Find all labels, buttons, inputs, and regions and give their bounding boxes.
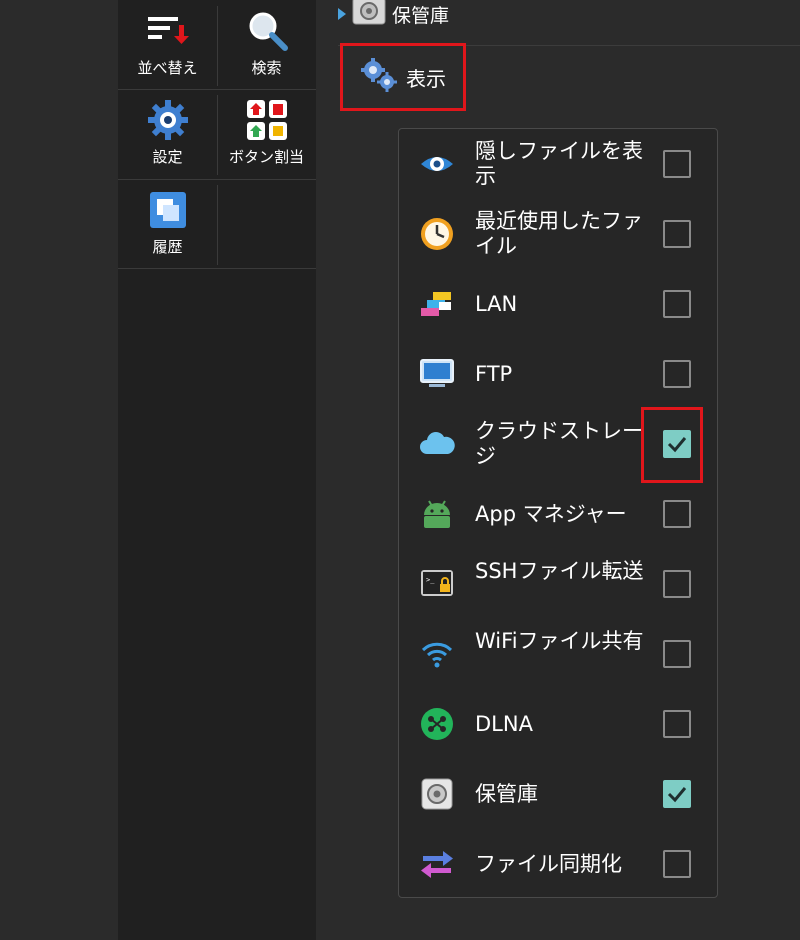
android-icon	[419, 496, 455, 532]
checkbox[interactable]	[663, 570, 691, 598]
menu-item-label: 最近使用したファイル	[475, 209, 643, 258]
menu-item-hidden-files[interactable]: 隠しファイルを表示	[399, 129, 717, 199]
menu-item-label: 保管庫	[475, 782, 538, 806]
menu-item-dlna[interactable]: DLNA	[399, 689, 717, 759]
menu-item-recent-files[interactable]: 最近使用したファイル	[399, 199, 717, 269]
menu-item-label: クラウドストレージ	[475, 419, 643, 468]
divider	[217, 6, 218, 86]
gears-icon	[360, 57, 398, 97]
menu-item-app-manager[interactable]: App マネジャー	[399, 479, 717, 549]
lan-icon	[419, 286, 455, 322]
divider	[217, 185, 218, 265]
sync-arrows-icon	[419, 846, 455, 882]
menu-item-cloud-storage[interactable]: クラウドストレージ	[399, 407, 717, 483]
menu-item-file-sync[interactable]: ファイル同期化	[399, 829, 717, 899]
view-options-menu: 隠しファイルを表示 最近使用したファイル LAN FTP クラウドストレージ A…	[398, 128, 718, 898]
search-button[interactable]: 検索	[217, 0, 316, 88]
history-icon	[146, 188, 190, 232]
expand-arrow-icon	[338, 8, 346, 20]
checkbox[interactable]	[663, 710, 691, 738]
button-assign-label: ボタン割当	[228, 148, 304, 166]
divider	[118, 179, 316, 180]
checkbox[interactable]	[663, 150, 691, 178]
divider	[217, 95, 218, 175]
left-gutter	[0, 0, 118, 940]
view-button-label: 表示	[406, 66, 446, 91]
menu-item-vault[interactable]: 保管庫	[399, 759, 717, 829]
sort-label: 並べ替え	[137, 59, 198, 77]
divider	[118, 268, 316, 269]
menu-item-label: FTP	[475, 362, 513, 386]
checkbox[interactable]	[663, 500, 691, 528]
menu-item-label: DLNA	[475, 712, 533, 736]
search-label: 検索	[251, 59, 282, 77]
main-area: 保管庫 表示 隠しファイルを表示 最近使用したファイル LAN FTP クラウド…	[316, 0, 800, 940]
menu-item-label: LAN	[475, 292, 518, 316]
settings-button[interactable]: 設定	[118, 89, 217, 177]
vault-header-icon	[352, 0, 386, 30]
wifi-icon	[419, 636, 455, 672]
menu-item-label: SSHファイル転送	[475, 559, 644, 583]
menu-item-label: WiFiファイル共有	[475, 629, 644, 653]
search-icon	[245, 9, 289, 53]
history-label: 履歴	[152, 238, 183, 256]
menu-item-label: ファイル同期化	[475, 852, 622, 876]
clock-icon	[419, 216, 455, 252]
menu-item-label: 隠しファイルを表示	[475, 139, 643, 188]
svg-text:>_: >_	[426, 576, 435, 584]
checkbox[interactable]	[663, 360, 691, 388]
view-button[interactable]: 表示	[340, 43, 466, 111]
menu-item-ftp[interactable]: FTP	[399, 339, 717, 409]
cloud-icon	[419, 426, 455, 462]
checkbox[interactable]	[663, 220, 691, 248]
button-grid-icon	[245, 98, 289, 142]
check-icon	[667, 787, 687, 803]
sort-icon	[146, 9, 190, 53]
menu-item-wifi-share[interactable]: WiFiファイル共有	[399, 619, 717, 689]
checkbox[interactable]	[663, 290, 691, 318]
menu-item-ssh[interactable]: >_ SSHファイル転送	[399, 549, 717, 619]
menu-item-lan[interactable]: LAN	[399, 269, 717, 339]
vault-icon	[419, 776, 455, 812]
menu-item-label: App マネジャー	[475, 502, 627, 526]
checkbox-checked[interactable]	[663, 780, 691, 808]
checkbox[interactable]	[663, 640, 691, 668]
gear-icon	[146, 98, 190, 142]
terminal-lock-icon: >_	[419, 566, 455, 602]
sort-button[interactable]: 並べ替え	[118, 0, 217, 88]
toolbar-panel: 並べ替え 検索 設定 ボタン割当 履歴	[118, 0, 316, 940]
vault-header[interactable]: 保管庫	[338, 0, 449, 28]
highlight-box	[641, 407, 703, 483]
checkbox[interactable]	[663, 850, 691, 878]
eye-icon	[419, 146, 455, 182]
vault-header-label: 保管庫	[392, 4, 450, 27]
settings-label: 設定	[152, 148, 183, 166]
history-button[interactable]: 履歴	[118, 179, 217, 267]
dlna-icon	[419, 706, 455, 742]
monitor-icon	[419, 356, 455, 392]
divider	[118, 89, 316, 90]
button-assign-button[interactable]: ボタン割当	[217, 89, 316, 177]
